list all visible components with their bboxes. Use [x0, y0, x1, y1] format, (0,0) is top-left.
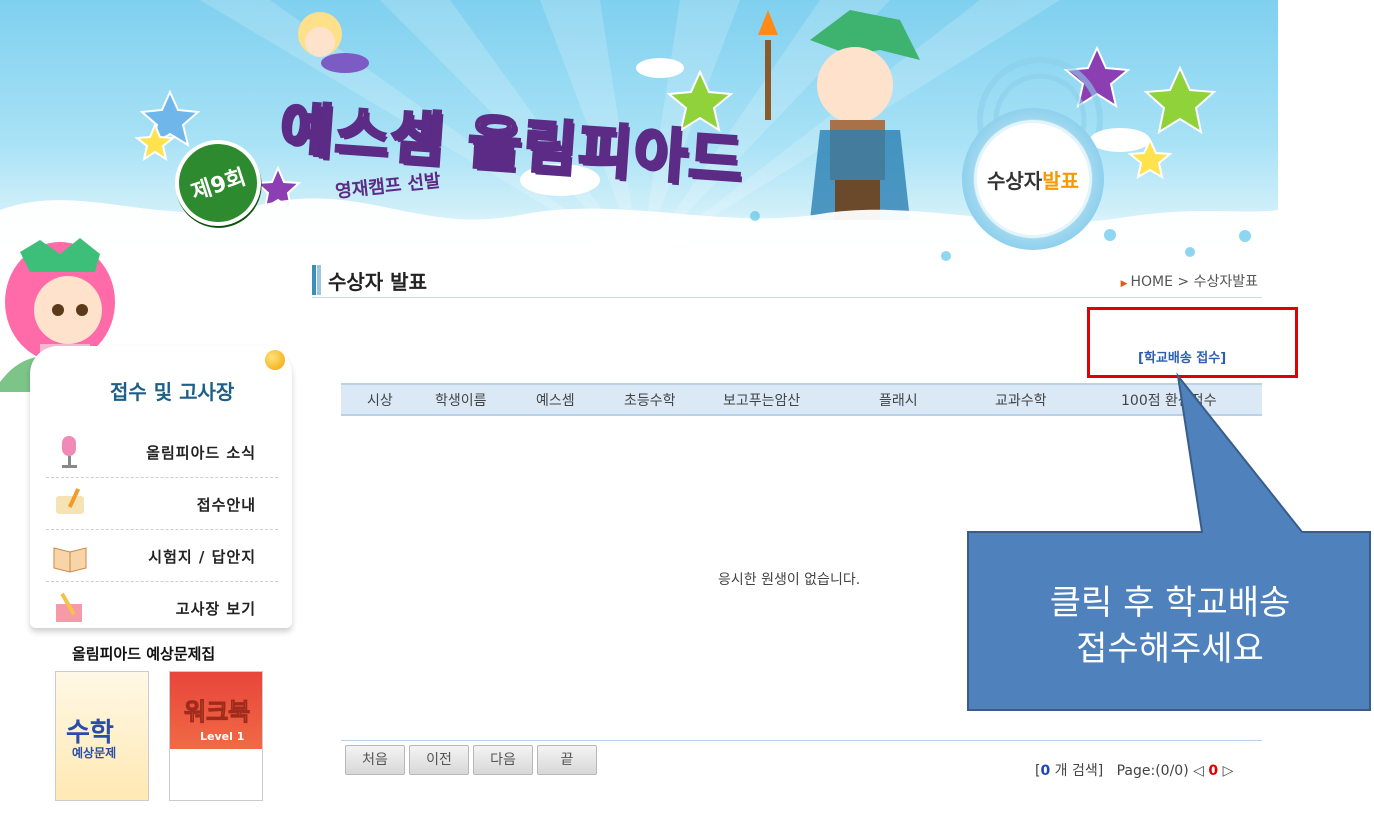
pencil-book-icon: [56, 592, 82, 622]
prev-arrow-icon[interactable]: ◁: [1193, 763, 1204, 779]
sidebar-item-olympiad-news[interactable]: 올림피아드 소식: [46, 426, 278, 478]
callout-text: 클릭 후 학교배송 접수해주세요: [968, 580, 1372, 672]
open-book-icon: [53, 547, 87, 573]
award-announcement-badge: 수상자 발표: [962, 108, 1104, 250]
next-page-button[interactable]: 다음: [473, 745, 533, 775]
column-header: 초등수학: [624, 393, 676, 409]
microphone-icon: [62, 436, 77, 468]
column-header: 학생이름: [435, 393, 487, 409]
star-icon: [1143, 65, 1217, 135]
sidebar-panel: 접수 및 고사장 올림피아드 소식 접수안내 시험지 / 답안지 고사장 보기: [30, 346, 292, 628]
sidebar-item-exam-answer-sheet[interactable]: 시험지 / 답안지: [46, 530, 278, 582]
sidebar-item-label: 올림피아드 소식: [146, 444, 256, 462]
sidebar-item-label: 고사장 보기: [175, 600, 256, 618]
award-label-part-a: 수상자: [986, 168, 1043, 193]
column-header: 시상: [367, 393, 393, 409]
workbook-level1[interactable]: 워크북 Level 1: [169, 671, 263, 801]
result-count: 0: [1040, 763, 1051, 779]
table-bottom-divider: [341, 740, 1262, 741]
page-title-bar: 수상자 발표 ▶ HOME > 수상자발표: [312, 263, 1262, 298]
logo-subtitle: 영재캠프 선발: [334, 170, 442, 203]
header-banner: 제9회 예스셈 올림피아드 영재캠프 선발 수상자 발표: [0, 0, 1278, 262]
scroll-icon: [56, 488, 84, 514]
book-title: 워크북: [183, 698, 251, 727]
page-title: 수상자 발표: [328, 270, 427, 294]
book-subtitle: 예상문제: [72, 746, 117, 760]
award-badge-label: 수상자 발표: [974, 120, 1092, 238]
logo-title-part-c: 올림피아드: [443, 106, 748, 196]
callout-line-1: 클릭 후 학교배송: [1049, 583, 1291, 623]
logo-title-part-b: 셈: [387, 101, 450, 176]
sidebar-title: 접수 및 고사장: [110, 380, 235, 404]
logo-round-badge: 제9회: [163, 128, 273, 238]
highlight-box: [1087, 307, 1298, 378]
sidebar-item-exam-venue[interactable]: 고사장 보기: [46, 582, 278, 633]
page-indicator: Page:(0/0): [1116, 763, 1189, 779]
award-label-part-b: 발표: [1042, 168, 1079, 193]
title-accent-bar: [312, 265, 316, 295]
result-count-suffix: 개 검색]: [1054, 763, 1104, 779]
column-header: 플래시: [879, 393, 918, 409]
math-prep-book[interactable]: 수학 예상문제: [55, 671, 149, 801]
book-subtitle: Level 1: [200, 730, 245, 743]
prev-page-button[interactable]: 이전: [409, 745, 469, 775]
sidebar-item-label: 접수안내: [196, 496, 256, 514]
empty-results-message: 응시한 원생이 없습니다.: [718, 572, 861, 588]
olympiad-logo[interactable]: 제9회 예스셈 올림피아드 영재캠프 선발: [163, 80, 748, 238]
first-page-button[interactable]: 처음: [345, 745, 405, 775]
breadcrumb-text: HOME > 수상자발표: [1130, 274, 1258, 290]
sidebar-menu: 올림피아드 소식 접수안내 시험지 / 답안지 고사장 보기: [46, 426, 278, 633]
arrow-right-icon: ▶: [1120, 279, 1128, 289]
breadcrumb[interactable]: ▶ HOME > 수상자발표: [1121, 271, 1258, 291]
hero-character: [758, 10, 920, 220]
title-accent-bar-light: [317, 265, 321, 295]
callout-line-2: 접수해주세요: [1076, 629, 1264, 669]
decor-dot-icon: [265, 350, 285, 370]
column-header: 예스셈: [536, 393, 575, 409]
next-arrow-icon[interactable]: ▷: [1223, 763, 1234, 779]
last-page-button[interactable]: 끝: [537, 745, 597, 775]
search-result-info: [0 개 검색] Page:(0/0) ◁ 0 ▷: [1035, 760, 1233, 780]
current-page-number[interactable]: 0: [1208, 763, 1218, 779]
sidebar-item-registration-guide[interactable]: 접수안내: [46, 478, 278, 530]
column-header: 보고푸는암산: [723, 393, 801, 409]
sidebar-item-label: 시험지 / 답안지: [148, 548, 256, 566]
logo-title-part-a: 예스: [276, 93, 394, 172]
prep-books-title: 올림피아드 예상문제집: [72, 645, 216, 663]
